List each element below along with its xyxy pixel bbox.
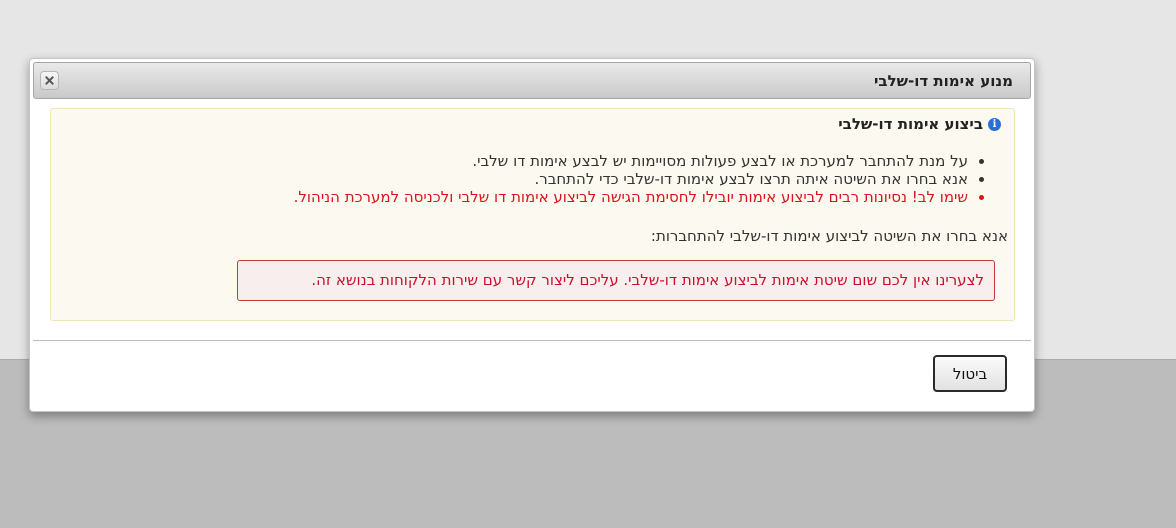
instructions-list: על מנת להתחבר למערכת או לבצע פעולות מסוי… xyxy=(294,152,988,206)
cancel-button[interactable]: ביטול xyxy=(933,355,1007,392)
footer-divider xyxy=(33,340,1031,341)
list-item: על מנת להתחבר למערכת או לבצע פעולות מסוי… xyxy=(294,152,968,170)
info-panel: i ביצוע אימות דו-שלבי על מנת להתחבר למער… xyxy=(50,108,1015,321)
two-factor-dialog: מנוע אימות דו-שלבי i ביצוע אימות דו-שלבי… xyxy=(29,58,1035,412)
close-button[interactable] xyxy=(40,71,59,90)
dialog-titlebar: מנוע אימות דו-שלבי xyxy=(33,62,1031,99)
error-message: לצערינו אין לכם שום שיטת אימות לביצוע אי… xyxy=(237,260,995,301)
warning-list-item: שימו לב! נסיונות רבים לביצוע אימות יוביל… xyxy=(294,188,968,206)
info-icon: i xyxy=(988,117,1001,131)
dialog-title: מנוע אימות דו-שלבי xyxy=(873,72,1013,90)
info-heading-row: i ביצוע אימות דו-שלבי xyxy=(838,115,1001,133)
info-heading: ביצוע אימות דו-שלבי xyxy=(838,115,983,133)
choose-method-label: אנא בחרו את השיטה לביצוע אימות דו-שלבי ל… xyxy=(650,227,1008,245)
close-icon xyxy=(45,76,54,85)
list-item: אנא בחרו את השיטה איתה תרצו לבצע אימות ד… xyxy=(294,170,968,188)
